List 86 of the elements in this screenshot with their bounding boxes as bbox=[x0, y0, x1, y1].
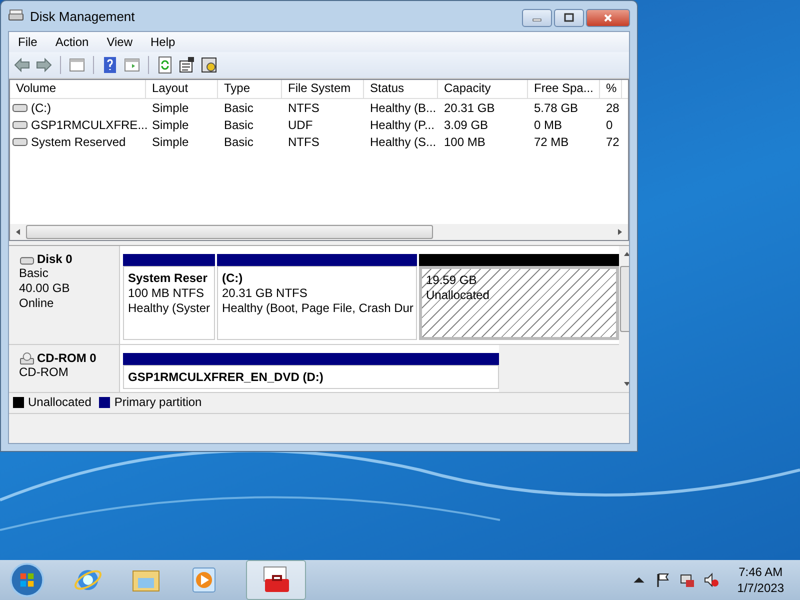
disk-name: CD-ROM 0 bbox=[37, 351, 96, 365]
drive-icon bbox=[12, 101, 28, 114]
drive-icon bbox=[12, 118, 28, 131]
menu-item[interactable]: Action bbox=[46, 35, 98, 49]
close-icon bbox=[603, 13, 613, 23]
partition-info: 20.31 GB NTFS bbox=[222, 286, 308, 301]
table-cell-text: UDF bbox=[287, 118, 314, 132]
flag-icon[interactable] bbox=[655, 572, 672, 588]
partition-name: System Reser bbox=[128, 271, 208, 286]
table-cell-text: Healthy (B... bbox=[369, 100, 438, 114]
table-cell-text: 0 bbox=[605, 118, 614, 132]
partition-info: Healthy (Boot, Page File, Crash Dur bbox=[222, 301, 412, 316]
network-icon[interactable] bbox=[679, 572, 696, 588]
clock-time: 7:46 AM bbox=[738, 564, 783, 580]
partition-box[interactable]: 19.59 GB Unallocated bbox=[419, 266, 619, 340]
table-cell-text: Simple bbox=[151, 100, 190, 114]
disk-info: Basic bbox=[19, 266, 50, 281]
back-arrow-icon[interactable] bbox=[13, 56, 31, 74]
column-header[interactable]: Volume bbox=[10, 80, 146, 98]
column-header[interactable]: Layout bbox=[146, 80, 218, 98]
help-icon[interactable] bbox=[101, 56, 119, 74]
table-cell-text: 28 bbox=[605, 100, 620, 114]
table-cell: System Reserved bbox=[31, 134, 126, 148]
menu-item[interactable]: View bbox=[98, 35, 142, 49]
optical-drive-icon bbox=[19, 352, 35, 364]
table-cell-text: 5.78 GB bbox=[533, 100, 580, 114]
partition-info: 100 MB NTFS bbox=[128, 286, 206, 301]
table-cell-text: 3.09 GB bbox=[443, 118, 490, 132]
window-title: Disk Management bbox=[30, 8, 135, 24]
clock-date: 1/7/2023 bbox=[737, 580, 784, 596]
table-cell-text: Simple bbox=[151, 134, 190, 148]
partition-box[interactable]: GSP1RMCULXFRER_EN_DVD (D:) bbox=[123, 365, 499, 389]
table-cell-text: 100 MB bbox=[443, 134, 486, 148]
column-header[interactable]: File System bbox=[282, 80, 364, 98]
legend-label: Unallocated bbox=[28, 395, 92, 409]
legend-label: Primary partition bbox=[114, 395, 202, 409]
speaker-muted-icon[interactable] bbox=[703, 572, 720, 588]
column-header[interactable]: Free Spa... bbox=[528, 80, 600, 98]
taskbar-button[interactable] bbox=[246, 560, 306, 600]
partition-box[interactable]: System Reser 100 MB NTFS Healthy (Syster bbox=[123, 266, 215, 340]
partition-name: GSP1RMCULXFRER_EN_DVD (D:) bbox=[128, 370, 324, 385]
partition-info: Healthy (Syster bbox=[128, 301, 210, 316]
scroll-down-icon[interactable] bbox=[623, 380, 629, 388]
disk-name: Disk 0 bbox=[37, 252, 72, 266]
partition-name: (C:) bbox=[222, 271, 244, 286]
partition-info: Unallocated bbox=[426, 288, 490, 303]
table-cell-text: 0 MB bbox=[533, 118, 564, 132]
scroll-up-icon[interactable] bbox=[623, 250, 629, 258]
menu-item[interactable]: Help bbox=[142, 35, 184, 49]
drive-icon bbox=[12, 135, 28, 148]
settings-icon[interactable] bbox=[200, 56, 218, 74]
scroll-right-icon[interactable] bbox=[616, 228, 624, 236]
column-header[interactable]: Type bbox=[218, 80, 282, 98]
pane-icon[interactable] bbox=[123, 56, 141, 74]
menu-item[interactable]: File bbox=[9, 35, 46, 49]
column-header[interactable]: Status bbox=[364, 80, 438, 98]
table-cell: (C:) bbox=[31, 100, 51, 114]
table-cell-text: Simple bbox=[151, 118, 190, 132]
table-cell-text: 72 MB bbox=[533, 134, 570, 148]
partition-box[interactable]: (C:) 20.31 GB NTFS Healthy (Boot, Page File, Crash Dur bbox=[217, 266, 417, 340]
table-cell: GSP1RMCULXFRE... bbox=[31, 118, 148, 132]
pane-icon[interactable] bbox=[68, 56, 86, 74]
disk-info: CD-ROM bbox=[19, 365, 70, 380]
partition-info: 19.59 GB bbox=[426, 273, 478, 288]
table-cell-text: 20.31 GB bbox=[443, 100, 496, 114]
start-button[interactable] bbox=[8, 561, 46, 599]
disk-info: 40.00 GB bbox=[19, 281, 71, 296]
table-cell-text: Basic bbox=[223, 100, 254, 114]
scroll-left-icon[interactable] bbox=[14, 228, 22, 236]
table-cell-text: NTFS bbox=[287, 100, 320, 114]
table-cell-text: Basic bbox=[223, 118, 254, 132]
table-cell-text: Healthy (P... bbox=[369, 118, 436, 132]
table-cell-text: Healthy (S... bbox=[369, 134, 438, 148]
column-header[interactable]: % bbox=[600, 80, 622, 98]
table-cell-text: NTFS bbox=[287, 134, 320, 148]
column-header[interactable]: Capacity bbox=[438, 80, 528, 98]
horizontal-scrollbar[interactable] bbox=[10, 224, 628, 240]
forward-arrow-icon[interactable] bbox=[35, 56, 53, 74]
maximize-button[interactable] bbox=[554, 9, 584, 27]
table-cell-text: Basic bbox=[223, 134, 254, 148]
table-cell-text: 72 bbox=[605, 134, 620, 148]
close-button[interactable] bbox=[586, 9, 630, 27]
properties-icon[interactable] bbox=[178, 56, 196, 74]
refresh-icon[interactable] bbox=[156, 56, 174, 74]
maximize-icon bbox=[564, 13, 574, 23]
disk-info: Online bbox=[19, 296, 55, 311]
